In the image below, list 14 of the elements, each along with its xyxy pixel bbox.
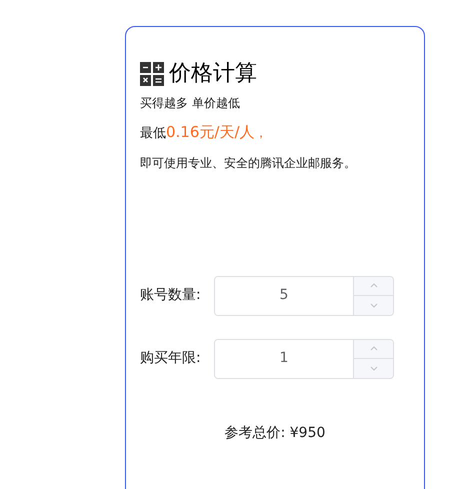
- field-label: 购买年限:: [140, 349, 202, 368]
- chevron-up-icon: [370, 283, 378, 288]
- chevron-up-icon: [370, 346, 378, 352]
- price-line: 最低0.16元/天/人，: [140, 122, 269, 143]
- field-label: 账号数量:: [140, 286, 202, 305]
- chevron-down-icon: [370, 366, 378, 371]
- total-price: 参考总价: ¥950: [224, 424, 326, 442]
- chevron-down-icon: [370, 302, 378, 308]
- card-title: 价格计算: [169, 60, 257, 88]
- calculator-icon: [140, 62, 164, 86]
- number-input[interactable]: 1: [214, 338, 394, 378]
- description: 即可使用专业、安全的腾讯企业邮服务。: [140, 154, 357, 172]
- number-input[interactable]: 5: [214, 276, 394, 316]
- subtitle: 买得越多 单价越低: [140, 95, 241, 112]
